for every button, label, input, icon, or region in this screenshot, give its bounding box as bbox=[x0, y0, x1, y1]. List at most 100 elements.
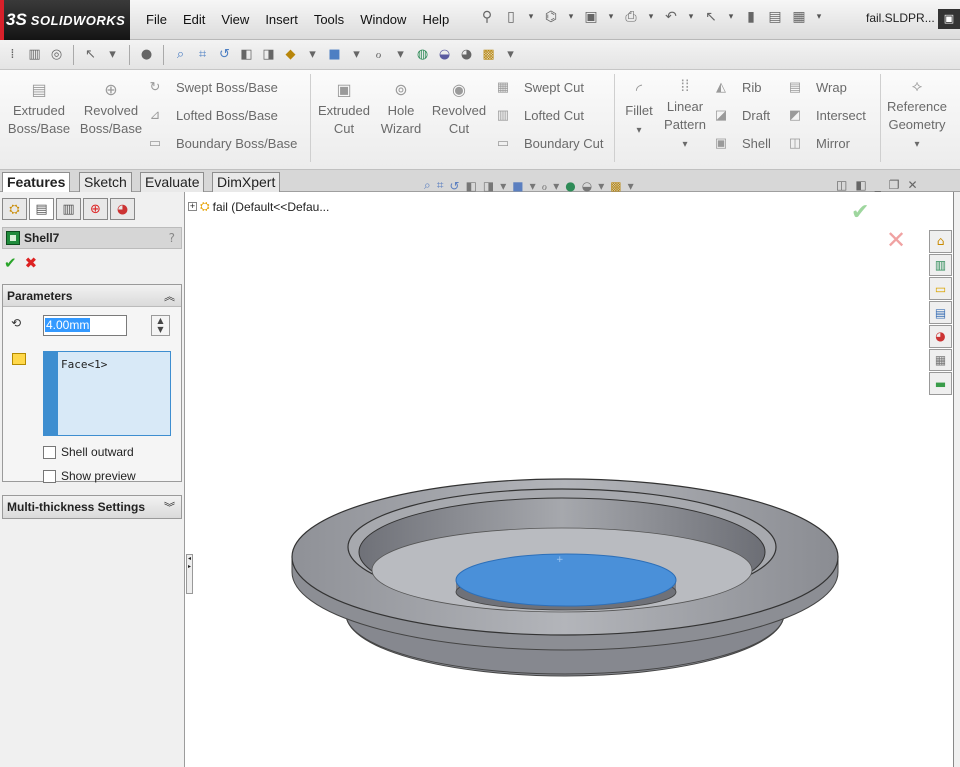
sketch-tools-icon[interactable]: ▥ bbox=[26, 46, 43, 63]
shell-button[interactable]: ▣ Shell bbox=[712, 132, 771, 154]
section-view-icon[interactable]: ◧ bbox=[238, 46, 255, 63]
fillet-button[interactable]: ◜ Fillet ▾ bbox=[620, 80, 658, 140]
hide-items-icon[interactable]: ℴ bbox=[370, 46, 387, 63]
design-library-icon[interactable]: ▥ bbox=[929, 253, 952, 277]
revolved-boss-button[interactable]: ⊕ Revolved Boss/Base bbox=[78, 80, 144, 138]
menu-view[interactable]: View bbox=[213, 10, 257, 30]
file-properties-icon[interactable]: ▤ bbox=[766, 8, 784, 26]
display-style-icon[interactable]: ◆ bbox=[282, 46, 299, 63]
undo-dropdown-icon[interactable]: ▾ bbox=[686, 8, 696, 26]
open-dropdown-icon[interactable]: ▾ bbox=[566, 8, 576, 26]
tab-evaluate[interactable]: Evaluate bbox=[140, 172, 205, 192]
custom-properties-icon[interactable]: ▦ bbox=[929, 348, 952, 372]
minimize-icon[interactable]: _ bbox=[875, 178, 881, 192]
zoom-area-icon[interactable]: ⌗ bbox=[437, 178, 444, 193]
select-arrow-icon[interactable]: ↖ bbox=[82, 46, 99, 63]
hide-show-items-icon[interactable]: ℴ bbox=[542, 179, 548, 193]
menu-edit[interactable]: Edit bbox=[175, 10, 213, 30]
cancel-x-icon[interactable]: ✖ bbox=[25, 254, 38, 272]
hide-dropdown-icon[interactable]: ▾ bbox=[392, 46, 409, 63]
select-dropdown-icon[interactable]: ▾ bbox=[726, 8, 736, 26]
shell-part-model[interactable]: + bbox=[186, 192, 952, 767]
ok-check-icon[interactable]: ✔ bbox=[4, 254, 17, 272]
thickness-input[interactable]: 4.00mm bbox=[43, 315, 127, 336]
reference-geometry-dropdown-icon[interactable]: ▾ bbox=[914, 139, 919, 150]
zoom-area-icon[interactable]: ⌗ bbox=[194, 46, 211, 63]
previous-view-icon[interactable]: ↺ bbox=[216, 46, 233, 63]
display-manager-tab-icon[interactable]: ◕ bbox=[110, 198, 135, 220]
render-dropdown-icon[interactable]: ▾ bbox=[502, 46, 519, 63]
wrap-button[interactable]: ▤ Wrap bbox=[786, 76, 847, 98]
multi-thickness-header[interactable]: Multi-thickness Settings ︾ bbox=[3, 496, 181, 518]
collapse-chevron-icon[interactable]: ︽ bbox=[164, 288, 175, 304]
display-dropdown-icon[interactable]: ▾ bbox=[348, 46, 365, 63]
tab-sketch[interactable]: Sketch bbox=[79, 172, 132, 192]
parameters-header[interactable]: Parameters ︽ bbox=[3, 285, 181, 307]
rib-button[interactable]: ◭ Rib bbox=[712, 76, 762, 98]
save-dropdown-icon[interactable]: ▾ bbox=[606, 8, 616, 26]
draft-button[interactable]: ◪ Draft bbox=[712, 104, 770, 126]
graphics-area[interactable]: + + ⛭ fail (Default<<Defau... ⌕ ⌗ ↺ ◧ ◨ … bbox=[186, 178, 952, 767]
boundary-boss-button[interactable]: ▭ Boundary Boss/Base bbox=[146, 132, 298, 154]
solidworks-logo[interactable]: 3S SOLIDWORKS bbox=[0, 0, 130, 40]
window-restore-button[interactable]: ▣ bbox=[938, 9, 960, 29]
view-orientation-icon[interactable]: ◨ bbox=[260, 46, 277, 63]
appearance-icon[interactable]: ● bbox=[138, 46, 155, 63]
options-dropdown-icon[interactable]: ▾ bbox=[814, 8, 824, 26]
confirmation-ok-icon[interactable]: ✔ bbox=[851, 200, 869, 225]
shaded-cube-icon[interactable]: ■ bbox=[326, 46, 343, 63]
intersect-button[interactable]: ◩ Intersect bbox=[786, 104, 866, 126]
previous-view-icon[interactable]: ↺ bbox=[450, 179, 460, 193]
zoom-to-fit-icon[interactable]: ⌕ bbox=[424, 178, 431, 193]
show-preview-checkbox[interactable]: Show preview bbox=[43, 469, 136, 483]
new-document-icon[interactable]: ▯ bbox=[502, 8, 520, 26]
apply-scene-icon[interactable]: ◒ bbox=[436, 46, 453, 63]
extruded-boss-button[interactable]: ▤ Extruded Boss/Base bbox=[6, 80, 72, 138]
open-icon[interactable]: ⌬ bbox=[542, 8, 560, 26]
edit-appearance-icon[interactable]: ● bbox=[565, 179, 575, 193]
feature-tree-flyout[interactable]: + ⛭ fail (Default<<Defau... bbox=[188, 199, 329, 214]
hide-show-icon[interactable]: ▾ bbox=[304, 46, 321, 63]
lofted-boss-button[interactable]: ⊿ Lofted Boss/Base bbox=[146, 104, 278, 126]
file-explorer-icon[interactable]: ▭ bbox=[929, 277, 952, 301]
scene-dropdown-icon[interactable]: ▾ bbox=[598, 179, 604, 193]
feature-manager-tab-icon[interactable]: ⛭ bbox=[2, 198, 27, 220]
swept-boss-button[interactable]: ↻ Swept Boss/Base bbox=[146, 76, 278, 98]
fillet-dropdown-icon[interactable]: ▾ bbox=[636, 125, 641, 136]
appearances-icon[interactable]: ◕ bbox=[929, 324, 952, 348]
view-settings-icon[interactable]: ▩ bbox=[610, 179, 621, 193]
reference-geometry-button[interactable]: ⟡ Reference Geometry ▾ bbox=[884, 76, 950, 154]
restore-icon[interactable]: ❐ bbox=[889, 178, 900, 192]
view-settings-icon[interactable]: ◕ bbox=[458, 46, 475, 63]
solidworks-forum-icon[interactable]: ▬ bbox=[929, 372, 952, 396]
thickness-spinner[interactable]: ▲ ▼ bbox=[151, 315, 170, 336]
selected-face-item[interactable]: Face<1> bbox=[61, 358, 167, 371]
smart-dimension-icon[interactable]: ◎ bbox=[48, 46, 65, 63]
home-icon[interactable]: ⌂ bbox=[929, 230, 952, 253]
save-icon[interactable]: ▣ bbox=[582, 8, 600, 26]
display-dropdown-icon[interactable]: ▾ bbox=[530, 179, 536, 193]
view-palette-icon[interactable]: ▤ bbox=[929, 301, 952, 324]
property-manager-tab-icon[interactable]: ▤ bbox=[29, 198, 54, 220]
confirmation-cancel-icon[interactable]: ✕ bbox=[886, 226, 906, 254]
undo-icon[interactable]: ↶ bbox=[662, 8, 680, 26]
configuration-manager-tab-icon[interactable]: ▥ bbox=[56, 198, 81, 220]
expand-chevron-icon[interactable]: ︾ bbox=[164, 499, 175, 515]
linear-pattern-button[interactable]: ⁞⁞ Linear Pattern ▾ bbox=[662, 76, 708, 154]
menu-window[interactable]: Window bbox=[352, 10, 414, 30]
lofted-cut-button[interactable]: ▥ Lofted Cut bbox=[494, 104, 584, 126]
mirror-button[interactable]: ◫ Mirror bbox=[786, 132, 850, 154]
boundary-cut-button[interactable]: ▭ Boundary Cut bbox=[494, 132, 604, 154]
view-orientation-icon[interactable]: ◨ bbox=[483, 179, 494, 193]
tab-dimxpert[interactable]: DimXpert bbox=[212, 172, 281, 192]
viewport-split-icon[interactable]: ◫ bbox=[836, 178, 847, 192]
expand-tree-icon[interactable]: + bbox=[188, 202, 197, 211]
pin-icon[interactable]: ⚲ bbox=[478, 8, 496, 26]
render-icon[interactable]: ▩ bbox=[480, 46, 497, 63]
checkbox-box[interactable] bbox=[43, 469, 56, 483]
tab-features[interactable]: Features bbox=[2, 172, 71, 193]
orientation-dropdown-icon[interactable]: ▾ bbox=[500, 179, 506, 193]
tree-root-label[interactable]: fail (Default<<Defau... bbox=[213, 200, 330, 214]
extruded-cut-button[interactable]: ▣ Extruded Cut bbox=[314, 80, 374, 138]
zoom-to-fit-icon[interactable]: ⌕ bbox=[172, 46, 189, 63]
